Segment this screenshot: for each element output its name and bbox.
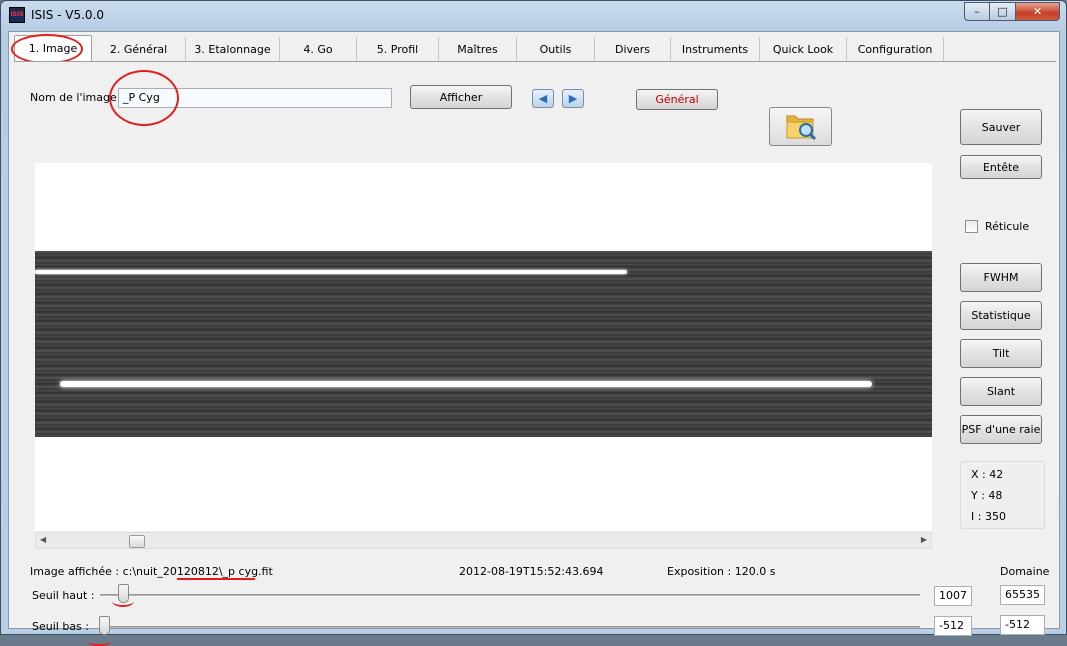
tab-outils[interactable]: Outils (517, 37, 595, 61)
scroll-right-arrow-icon[interactable]: ▶ (921, 535, 927, 544)
seuil-haut-value[interactable]: 1007 (934, 586, 972, 606)
fwhm-button[interactable]: FWHM (960, 263, 1042, 292)
maximize-button[interactable]: □ (990, 2, 1016, 21)
tab-highlight-circle (11, 34, 83, 64)
seuil-haut-domain[interactable]: 65535 (1000, 585, 1045, 605)
tab-bar: 1. Image 2. Général 3. Etalonnage 4. Go … (14, 35, 944, 62)
seuil-bas-label: Seuil bas : (32, 620, 89, 633)
seuil-bas-value[interactable]: -512 (934, 616, 972, 636)
tab-configuration[interactable]: Configuration (847, 37, 944, 61)
displayed-image-path: Image affichée : c:\nuit_20120812\_p cyg… (30, 565, 273, 578)
entete-button[interactable]: Entête (960, 155, 1042, 179)
general-button[interactable]: Général (636, 89, 718, 110)
cursor-coordinates-panel: X : 42 Y : 48 I : 350 (960, 461, 1045, 529)
image-name-highlight-circle (109, 70, 179, 126)
scroll-thumb[interactable] (129, 535, 145, 548)
statistique-button[interactable]: Statistique (960, 301, 1042, 330)
tab-instruments[interactable]: Instruments (671, 37, 760, 61)
seuil-bas-slider-thumb[interactable] (99, 616, 110, 635)
previous-arrow-button[interactable]: ◀ (532, 89, 554, 108)
image-name-label: Nom de l'image (30, 91, 117, 104)
coord-intensity: I : 350 (971, 510, 1006, 523)
afficher-button[interactable]: Afficher (410, 85, 512, 109)
psf-button[interactable]: PSF d'une raie (960, 415, 1042, 444)
reticule-checkbox[interactable] (965, 220, 978, 233)
slant-button[interactable]: Slant (960, 377, 1042, 406)
image-horizontal-scrollbar[interactable]: ◀ ▶ (35, 532, 932, 549)
tab-profil[interactable]: 5. Profil (357, 37, 439, 61)
tab-divers[interactable]: Divers (595, 37, 671, 61)
open-folder-button[interactable] (769, 107, 832, 146)
window-title: ISIS - V5.0.0 (31, 8, 105, 22)
spectrum-image (35, 251, 932, 437)
reticule-label: Réticule (985, 220, 1030, 233)
coord-x: X : 42 (971, 468, 1004, 481)
folder-search-icon (786, 115, 817, 141)
path-underline (177, 578, 255, 580)
next-arrow-button[interactable]: ▶ (562, 89, 584, 108)
tab-go[interactable]: 4. Go (280, 37, 357, 61)
scroll-left-arrow-icon[interactable]: ◀ (40, 535, 46, 544)
seuil-haut-track[interactable] (100, 594, 920, 596)
client-area: 1. Image 2. Général 3. Etalonnage 4. Go … (8, 31, 1060, 646)
seuil-bas-highlight (87, 638, 111, 646)
title-bar: ISIS ISIS - V5.0.0 – □ ✕ (1, 1, 1066, 31)
domaine-label: Domaine (1000, 565, 1050, 578)
tab-general[interactable]: 2. Général (92, 37, 186, 61)
seuil-haut-label: Seuil haut : (32, 589, 95, 602)
isis-app-icon: ISIS (9, 7, 25, 23)
spectrum-line-top (35, 270, 627, 274)
image-tab-panel: Nom de l'image _P Cyg Afficher ◀ ▶ Génér… (14, 61, 1056, 646)
tab-quick-look[interactable]: Quick Look (760, 37, 847, 61)
image-display[interactable] (35, 163, 932, 531)
minimize-button[interactable]: – (964, 2, 990, 21)
exposure-time: Exposition : 120.0 s (667, 565, 776, 578)
tab-maitres[interactable]: Maîtres (439, 37, 517, 61)
close-button[interactable]: ✕ (1016, 2, 1060, 21)
coord-y: Y : 48 (971, 489, 1003, 502)
sauver-button[interactable]: Sauver (960, 109, 1042, 145)
main-window: ISIS ISIS - V5.0.0 – □ ✕ 1. Image 2. Gén… (0, 0, 1067, 646)
seuil-bas-track[interactable] (100, 626, 920, 628)
seuil-haut-highlight (112, 595, 134, 607)
image-timestamp: 2012-08-19T15:52:43.694 (459, 565, 604, 578)
seuil-bas-domain[interactable]: -512 (1000, 615, 1045, 635)
spectrum-line-main (60, 381, 872, 387)
tilt-button[interactable]: Tilt (960, 339, 1042, 368)
tab-etalonnage[interactable]: 3. Etalonnage (186, 37, 280, 61)
